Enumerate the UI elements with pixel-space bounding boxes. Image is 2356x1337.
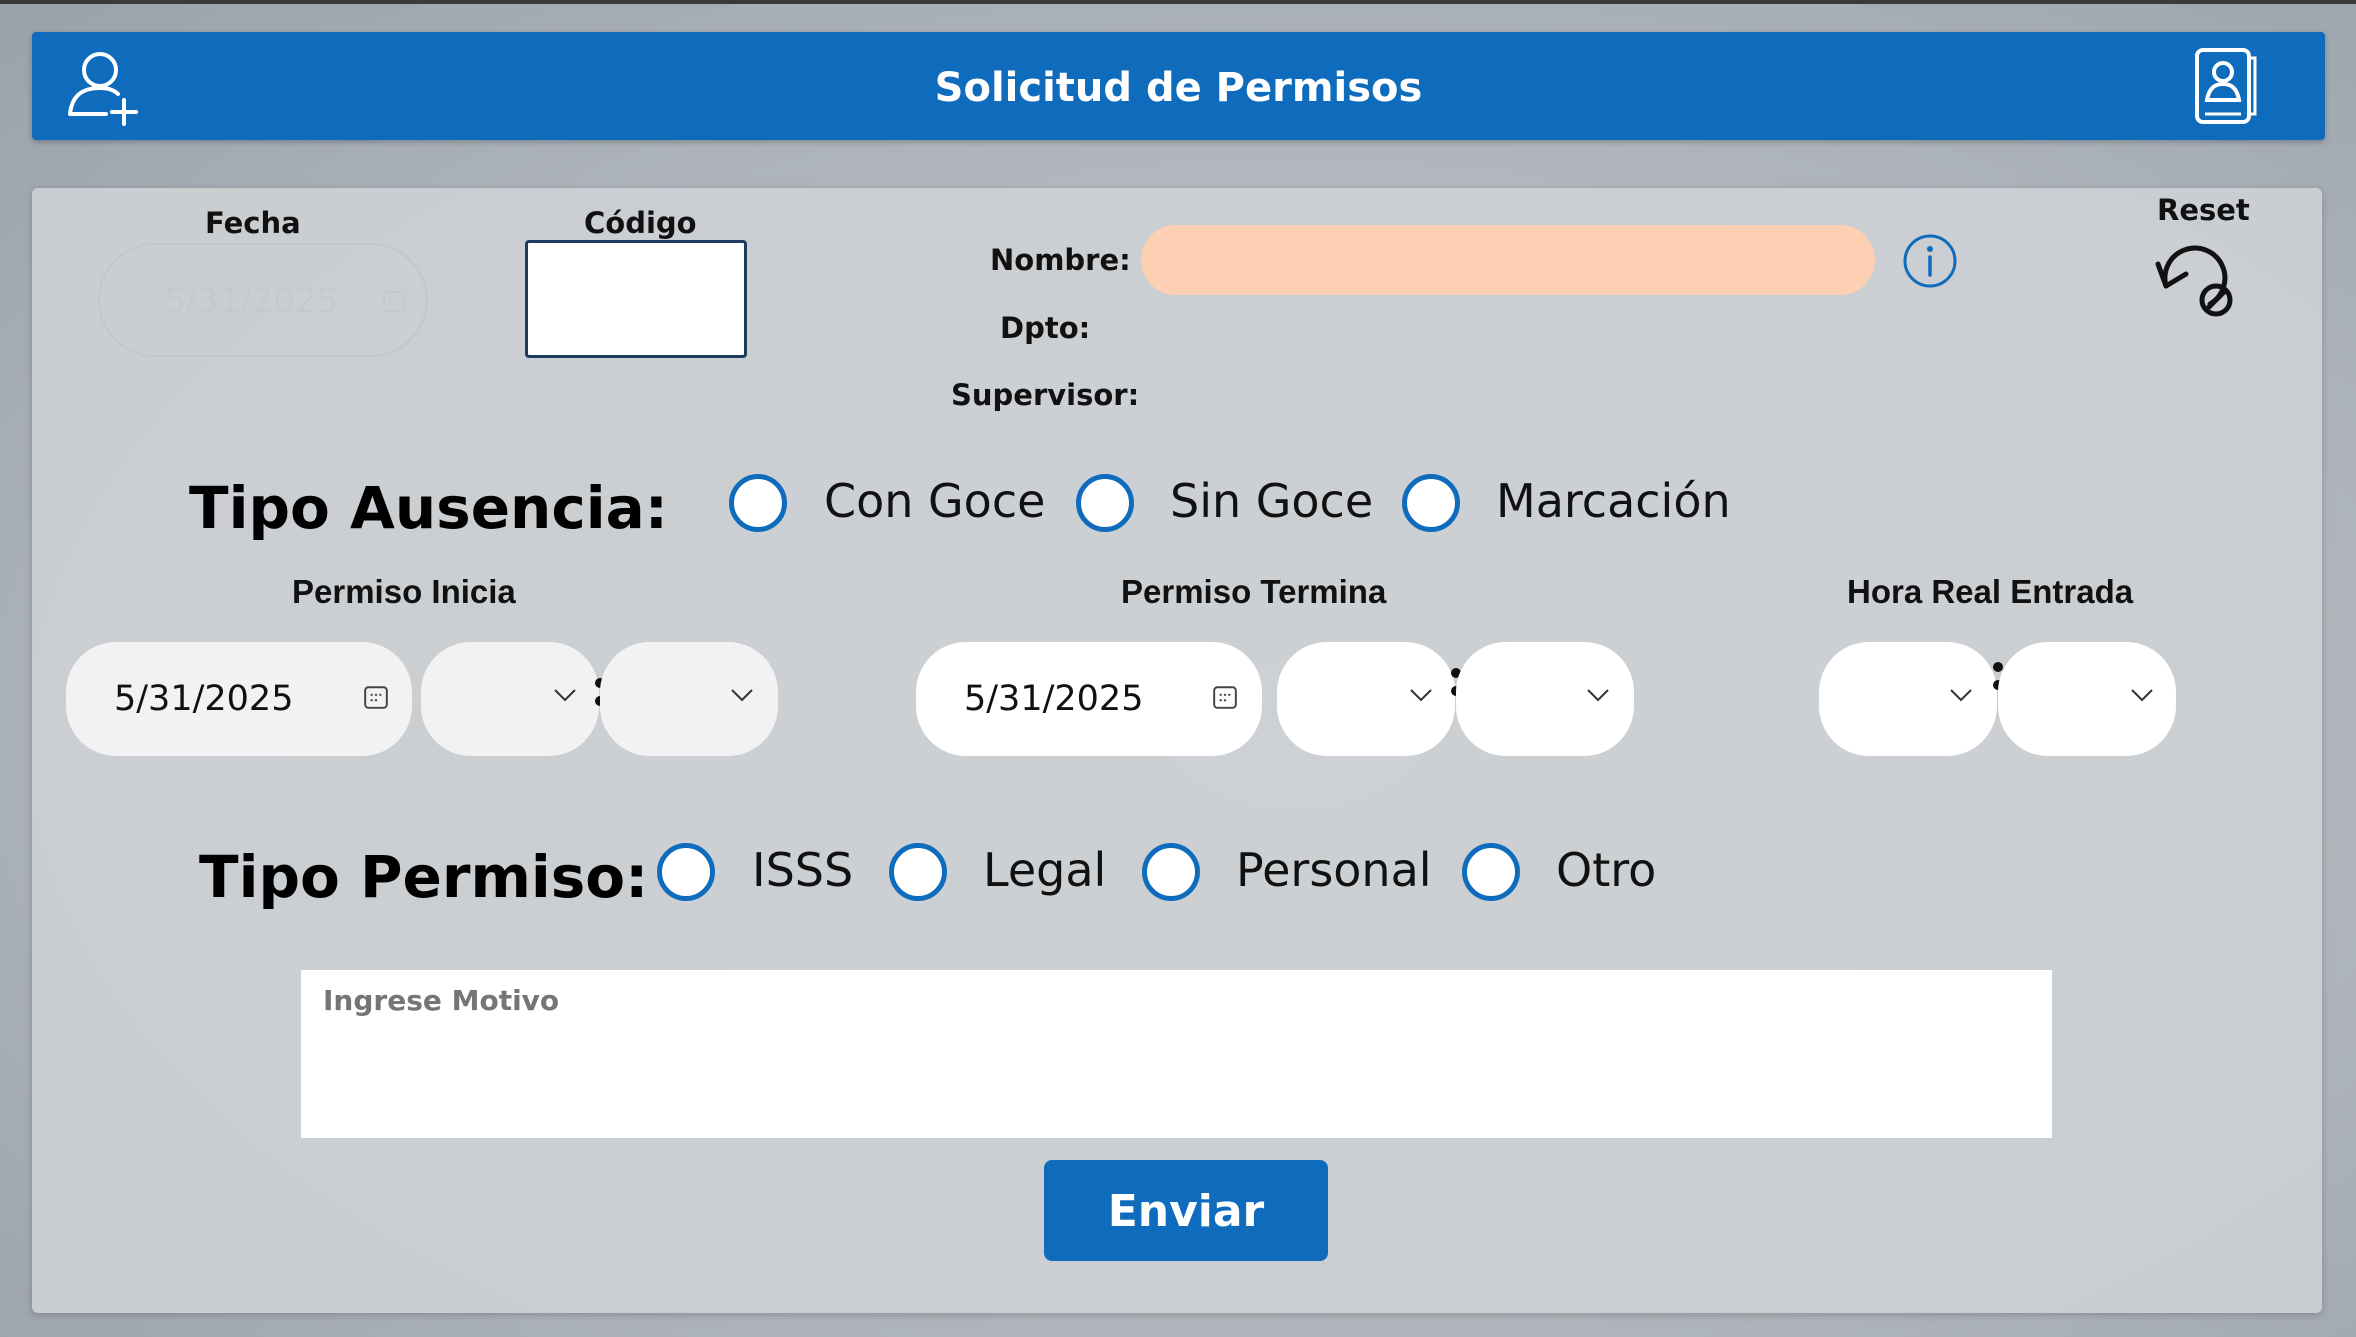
fecha-date-picker: 5/31/2025 [98,243,428,357]
reset-label: Reset [2157,193,2250,227]
chevron-down-icon [730,688,754,707]
nombre-label: Nombre: [990,243,1131,277]
radio-con-goce[interactable] [729,474,787,532]
permiso-inicia-date-picker[interactable]: 5/31/2025 [66,642,412,756]
codigo-label: Código [584,206,697,240]
chevron-down-icon [1949,688,1973,707]
chevron-down-icon [1409,688,1433,707]
option-personal-label: Personal [1236,843,1432,897]
radio-sin-goce[interactable] [1076,474,1134,532]
permiso-inicia-minute-select[interactable] [600,642,778,756]
fecha-value: 5/31/2025 [164,281,339,321]
nombre-input[interactable] [1141,225,1875,295]
option-otro-label: Otro [1556,843,1657,897]
calendar-icon [363,684,389,715]
dpto-label: Dpto: [1000,311,1091,345]
radio-isss[interactable] [657,843,715,901]
codigo-input[interactable] [525,240,747,358]
option-legal-label: Legal [983,843,1107,897]
permiso-inicia-hour-select[interactable] [421,642,599,756]
option-con-goce-label: Con Goce [824,474,1046,528]
radio-marcacion[interactable] [1402,474,1460,532]
request-form-card: Fecha 5/31/2025 Código Nombre: Dpto: Sup… [32,188,2322,1313]
option-isss-label: ISSS [752,843,854,897]
radio-legal[interactable] [889,843,947,901]
app-header: Solicitud de Permisos [32,32,2325,140]
enviar-button-label: Enviar [1107,1186,1265,1237]
radio-personal[interactable] [1142,843,1200,901]
reset-icon[interactable] [2152,234,2238,320]
permiso-termina-minute-select[interactable] [1456,642,1634,756]
permiso-inicia-date-value: 5/31/2025 [114,679,294,719]
calendar-icon [1212,684,1238,715]
motivo-textarea[interactable] [301,970,2052,1138]
window-top-border [0,0,2356,4]
permiso-termina-date-value: 5/31/2025 [964,679,1144,719]
permiso-termina-label: Permiso Termina [1121,573,1387,610]
radio-otro[interactable] [1462,843,1520,901]
hora-real-minute-select[interactable] [1998,642,2176,756]
calendar-icon [382,289,406,318]
page-title: Solicitud de Permisos [934,65,1423,111]
supervisor-label: Supervisor: [951,378,1140,412]
contact-book-icon[interactable] [2189,44,2259,128]
hora-real-entrada-label: Hora Real Entrada [1847,573,2134,610]
tipo-ausencia-label: Tipo Ausencia: [189,474,668,542]
info-icon[interactable] [1902,233,1958,289]
chevron-down-icon [2130,688,2154,707]
hora-real-hour-select[interactable] [1819,642,1997,756]
option-sin-goce-label: Sin Goce [1170,474,1374,528]
tipo-permiso-label: Tipo Permiso: [199,843,649,911]
fecha-label: Fecha [205,206,301,240]
enviar-button[interactable]: Enviar [1044,1160,1328,1261]
option-marcacion-label: Marcación [1496,474,1731,528]
permiso-termina-date-picker[interactable]: 5/31/2025 [916,642,1262,756]
permiso-inicia-label: Permiso Inicia [292,573,516,610]
permiso-termina-hour-select[interactable] [1277,642,1455,756]
chevron-down-icon [553,688,577,707]
chevron-down-icon [1586,688,1610,707]
